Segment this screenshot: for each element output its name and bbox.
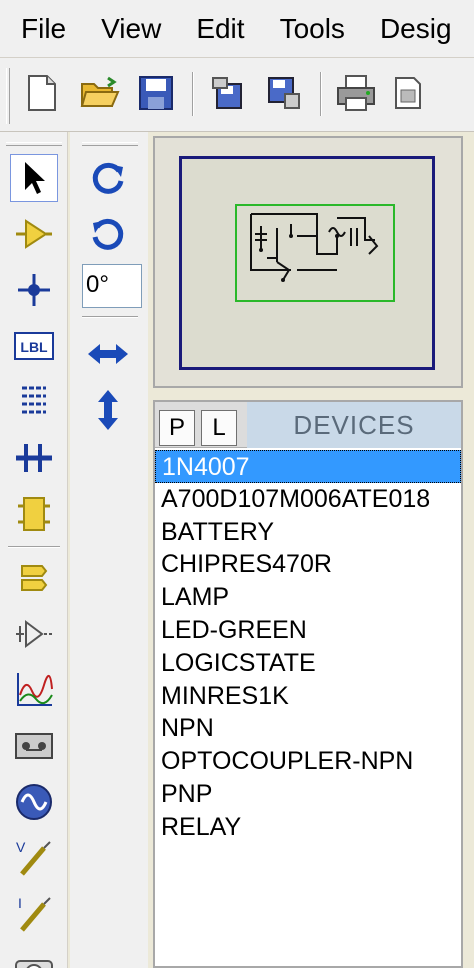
toolbar-separator	[8, 546, 60, 548]
mirror-vertical-icon[interactable]	[84, 386, 132, 434]
toolbar-grip[interactable]	[6, 68, 10, 124]
pick-devices-button[interactable]: P	[159, 410, 195, 446]
selection-arrow-icon[interactable]	[10, 154, 58, 202]
wire-label-icon[interactable]: LBL	[10, 322, 58, 370]
svg-text:V: V	[16, 839, 26, 855]
svg-text:I: I	[18, 895, 22, 911]
menu-tools[interactable]: Tools	[259, 0, 359, 57]
mirror-horizontal-icon[interactable]	[84, 330, 132, 378]
junction-dot-icon[interactable]	[10, 266, 58, 314]
text-script-icon[interactable]	[10, 378, 58, 426]
mode-toolbar: LBL V I	[0, 132, 68, 968]
menu-view[interactable]: View	[80, 0, 175, 57]
export-section-icon[interactable]	[264, 72, 304, 114]
list-item[interactable]: NPN	[155, 712, 461, 745]
device-pins-icon[interactable]	[10, 610, 58, 658]
devices-title: DEVICES	[247, 402, 461, 448]
component-icon[interactable]	[10, 210, 58, 258]
main-toolbar	[0, 58, 474, 132]
list-item[interactable]: RELAY	[155, 811, 461, 844]
list-item[interactable]: A700D107M006ATE018	[155, 483, 461, 516]
visible-area-box[interactable]	[235, 204, 395, 302]
save-icon[interactable]	[136, 72, 176, 114]
toolbar-separator	[82, 316, 138, 318]
tape-recorder-icon[interactable]	[10, 722, 58, 770]
toolbar-separator	[320, 72, 322, 116]
list-item[interactable]: MINRES1K	[155, 680, 461, 713]
toolbar-grip[interactable]	[82, 142, 138, 146]
print-icon[interactable]	[336, 72, 376, 114]
menu-file[interactable]: File	[0, 0, 80, 57]
buses-icon[interactable]	[10, 434, 58, 482]
list-item[interactable]: LOGICSTATE	[155, 647, 461, 680]
set-area-icon[interactable]	[388, 72, 428, 114]
rotation-angle-input[interactable]: 0°	[82, 264, 142, 308]
devices-header: P L DEVICES	[155, 402, 461, 448]
graph-icon[interactable]	[10, 666, 58, 714]
current-probe-icon[interactable]: I	[10, 890, 58, 938]
schematic-thumbnail	[250, 213, 379, 282]
open-folder-icon[interactable]	[80, 72, 120, 114]
device-list[interactable]: 1N4007 A700D107M006ATE018 BATTERY CHIPRES47…	[155, 450, 461, 968]
device-selector: P L DEVICES 1N4007 A700D107M006ATE018 BATT…	[153, 400, 463, 968]
menu-bar: File View Edit Tools Desig	[0, 0, 474, 58]
list-item[interactable]: CHIPRES470R	[155, 548, 461, 581]
list-item[interactable]: LAMP	[155, 581, 461, 614]
overview-window[interactable]	[153, 136, 463, 388]
toolbar-grip[interactable]	[6, 142, 62, 146]
voltage-probe-icon[interactable]: V	[10, 834, 58, 882]
list-item[interactable]: LED-GREEN	[155, 614, 461, 647]
svg-text:LBL: LBL	[20, 339, 48, 355]
list-item[interactable]: PNP	[155, 778, 461, 811]
menu-edit[interactable]: Edit	[175, 0, 258, 57]
orientation-toolbar: 0°	[70, 132, 148, 968]
subcircuit-icon[interactable]	[10, 490, 58, 538]
list-item[interactable]: 1N4007	[155, 450, 461, 483]
library-manager-button[interactable]: L	[201, 410, 237, 446]
rotate-anticlockwise-icon[interactable]	[84, 210, 132, 258]
new-file-icon[interactable]	[22, 72, 62, 114]
terminals-icon[interactable]	[10, 554, 58, 602]
virtual-instruments-icon[interactable]	[10, 946, 58, 968]
generator-icon[interactable]	[10, 778, 58, 826]
toolbar-separator	[192, 72, 194, 116]
list-item[interactable]: OPTOCOUPLER-NPN	[155, 745, 461, 778]
menu-design[interactable]: Desig	[359, 0, 466, 57]
import-section-icon[interactable]	[208, 72, 248, 114]
list-item[interactable]: BATTERY	[155, 516, 461, 549]
rotate-clockwise-icon[interactable]	[84, 154, 132, 202]
